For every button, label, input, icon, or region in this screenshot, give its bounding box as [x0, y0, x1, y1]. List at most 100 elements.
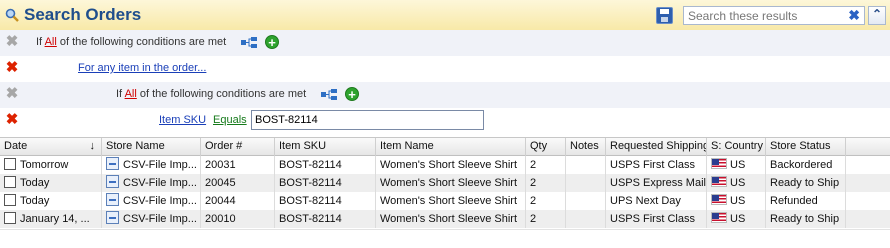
cell-country: US — [707, 174, 766, 192]
cell-sku: BOST-82114 — [275, 192, 376, 210]
column-header-date[interactable]: Date ↓ — [0, 138, 102, 156]
cell-store: CSV-File Imp... — [102, 156, 201, 174]
cell-text: CSV-File Imp... — [123, 195, 197, 207]
all-any-toggle[interactable]: All — [45, 36, 57, 48]
cell-text: US — [730, 177, 746, 189]
condition-suffix: of the following conditions are met — [59, 36, 227, 48]
search-input[interactable] — [684, 7, 844, 24]
cell-notes — [566, 156, 606, 174]
cell-text: CSV-File Imp... — [123, 213, 197, 225]
condition-prefix: If — [36, 36, 43, 48]
column-header-order[interactable]: Order # — [201, 138, 275, 156]
cell-shipping: USPS First Class — [606, 210, 707, 228]
us-flag-icon — [711, 194, 727, 205]
cell-text: Today — [20, 177, 50, 189]
cell-store: CSV-File Imp... — [102, 192, 201, 210]
condition-prefix: If — [116, 88, 123, 100]
cell-date: Today — [0, 174, 102, 192]
condition-value-input[interactable] — [251, 110, 484, 130]
cell-notes — [566, 210, 606, 228]
cell-item-name: Women's Short Sleeve Shirt — [376, 210, 526, 228]
grid-header: Date ↓ Store Name Order # Item SKU Item … — [0, 137, 890, 156]
cell-store: CSV-File Imp... — [102, 210, 201, 228]
column-header-label: Date — [4, 140, 28, 152]
column-header-item-sku[interactable]: Item SKU — [275, 138, 376, 156]
add-condition-icon[interactable]: + — [265, 35, 279, 50]
cell-qty: 2 — [526, 210, 566, 228]
search-box: ✖ — [683, 6, 865, 25]
cell-text: CSV-File Imp... — [123, 159, 197, 171]
cell-country: US — [707, 210, 766, 228]
column-header-store-status[interactable]: Store Status — [766, 138, 846, 156]
cell-store: CSV-File Imp... — [102, 174, 201, 192]
row-select-checkbox[interactable] — [4, 212, 16, 224]
sort-desc-icon: ↓ — [89, 140, 96, 152]
cell-qty: 2 — [526, 174, 566, 192]
cell-order: 20031 — [201, 156, 275, 174]
cell-country: US — [707, 192, 766, 210]
clear-search-icon[interactable]: ✖ — [848, 8, 860, 23]
column-header-item-name[interactable]: Item Name — [376, 138, 526, 156]
row-select-checkbox[interactable] — [4, 194, 16, 206]
column-header-notes[interactable]: Notes — [566, 138, 606, 156]
remove-condition-icon[interactable]: ✖ — [5, 86, 19, 101]
column-header-store-name[interactable]: Store Name — [102, 138, 201, 156]
cell-sku: BOST-82114 — [275, 156, 376, 174]
column-header-qty[interactable]: Qty — [526, 138, 566, 156]
search-icon — [5, 8, 19, 22]
us-flag-icon — [711, 158, 727, 169]
cell-date: January 14, ... — [0, 210, 102, 228]
cell-sku: BOST-82114 — [275, 210, 376, 228]
add-condition-icon[interactable]: + — [345, 87, 359, 102]
row-select-checkbox[interactable] — [4, 158, 16, 170]
cell-text: Today — [20, 195, 50, 207]
cell-item-name: Women's Short Sleeve Shirt — [376, 174, 526, 192]
remove-condition-icon[interactable]: ✖ — [5, 112, 19, 127]
cell-shipping: UPS Next Day — [606, 192, 707, 210]
condition-text: If All of the following conditions are m… — [116, 88, 306, 100]
page-title: Search Orders — [24, 5, 142, 24]
title-bar: Search Orders ✖ ⌃ — [0, 0, 890, 31]
operator-selector-link[interactable]: Equals — [213, 114, 247, 126]
cell-shipping: USPS Express Mail — [606, 174, 707, 192]
cell-country: US — [707, 156, 766, 174]
us-flag-icon — [711, 212, 727, 223]
condition-row-sku: ✖ Item SKU Equals — [0, 108, 890, 134]
table-row[interactable]: Today CSV-File Imp... 20044 BOST-82114 W… — [0, 192, 890, 210]
cell-qty: 2 — [526, 156, 566, 174]
table-row[interactable]: January 14, ... CSV-File Imp... 20010 BO… — [0, 210, 890, 228]
cell-order: 20010 — [201, 210, 275, 228]
table-row[interactable]: Today CSV-File Imp... 20045 BOST-82114 W… — [0, 174, 890, 192]
remove-condition-icon[interactable]: ✖ — [5, 34, 19, 49]
collapse-button[interactable]: ⌃ — [868, 6, 886, 25]
for-any-item-link[interactable]: For any item in the order... — [78, 62, 206, 74]
table-row[interactable]: Tomorrow CSV-File Imp... 20031 BOST-8211… — [0, 156, 890, 174]
grid-empty-area — [0, 229, 890, 248]
cell-status: Backordered — [766, 156, 846, 174]
save-search-button[interactable] — [656, 7, 673, 24]
all-any-toggle[interactable]: All — [125, 88, 137, 100]
column-header-country[interactable]: S: Country — [707, 138, 766, 156]
cell-text: CSV-File Imp... — [123, 177, 197, 189]
cell-status: Ready to Ship — [766, 174, 846, 192]
condition-suffix: of the following conditions are met — [139, 88, 307, 100]
condition-row-nested: ✖ If All of the following conditions are… — [0, 82, 890, 108]
condition-row-top: ✖ If All of the following conditions are… — [0, 30, 890, 56]
remove-condition-icon[interactable]: ✖ — [5, 60, 19, 75]
cell-text: January 14, ... — [20, 213, 90, 225]
store-icon — [106, 157, 119, 170]
cell-date: Tomorrow — [0, 156, 102, 174]
cell-shipping: USPS First Class — [606, 156, 707, 174]
column-header-requested-shipping[interactable]: Requested Shipping — [606, 138, 707, 156]
cell-notes — [566, 174, 606, 192]
row-select-checkbox[interactable] — [4, 176, 16, 188]
cell-text: US — [730, 195, 746, 207]
cell-order: 20045 — [201, 174, 275, 192]
cell-text: US — [730, 159, 746, 171]
add-group-icon[interactable] — [241, 37, 257, 49]
cell-date: Today — [0, 192, 102, 210]
field-selector-link[interactable]: Item SKU — [159, 114, 206, 126]
cell-text: Tomorrow — [20, 159, 69, 171]
condition-row-item: ✖ For any item in the order... — [0, 56, 890, 82]
add-group-icon[interactable] — [321, 89, 337, 101]
